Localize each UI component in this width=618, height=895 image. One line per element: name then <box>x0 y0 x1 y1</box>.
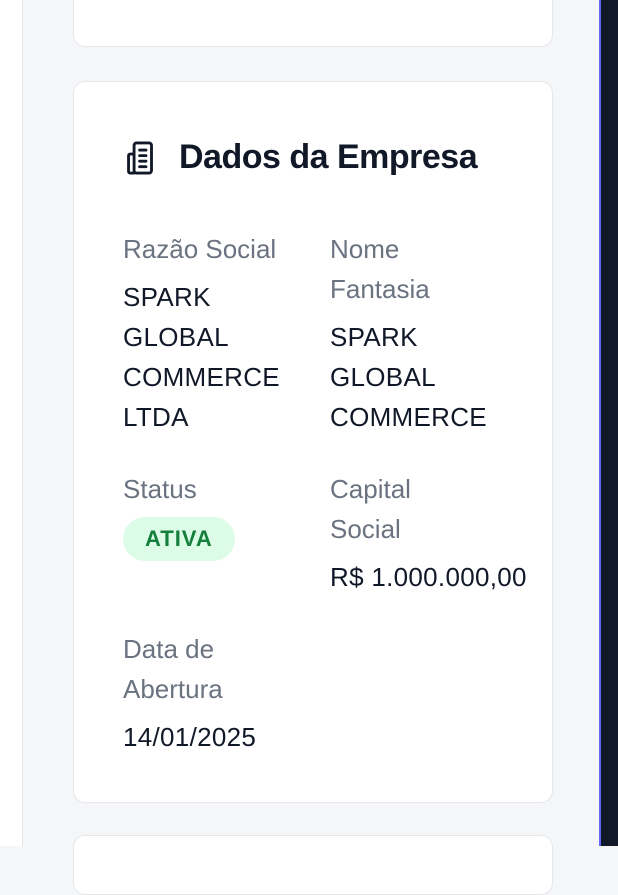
field-value: 14/01/2025 <box>123 722 257 752</box>
field-label: Razão Social <box>123 234 277 264</box>
building-icon <box>127 141 153 174</box>
card-title: Dados da Empresa <box>179 138 478 176</box>
field-nome-fantasia: Nome Fantasia SPARK GLOBAL COMMERCE <box>330 229 530 437</box>
field-value: R$ 1.000.000,00 <box>330 562 527 592</box>
field-label: Data de Abertura <box>123 634 223 704</box>
field-value: SPARK GLOBAL COMMERCE <box>330 322 487 432</box>
field-label: Status <box>123 474 197 504</box>
field-label: Capital Social <box>330 474 411 544</box>
status-badge: ATIVA <box>123 517 235 561</box>
right-panel-edge <box>599 0 618 846</box>
previous-card <box>73 0 553 47</box>
sidebar-edge <box>0 0 23 846</box>
field-value: SPARK GLOBAL COMMERCE LTDA <box>123 282 280 432</box>
field-label: Nome Fantasia <box>330 234 430 304</box>
next-card <box>73 835 553 895</box>
field-capital-social: Capital Social R$ 1.000.000,00 <box>330 469 550 597</box>
field-status: Status ATIVA <box>123 469 303 561</box>
field-razao-social: Razão Social SPARK GLOBAL COMMERCE LTDA <box>123 229 303 437</box>
field-data-abertura: Data de Abertura 14/01/2025 <box>123 629 303 757</box>
company-data-card: Dados da Empresa Razão Social SPARK GLOBA… <box>73 81 553 803</box>
card-header: Dados da Empresa <box>123 138 478 177</box>
